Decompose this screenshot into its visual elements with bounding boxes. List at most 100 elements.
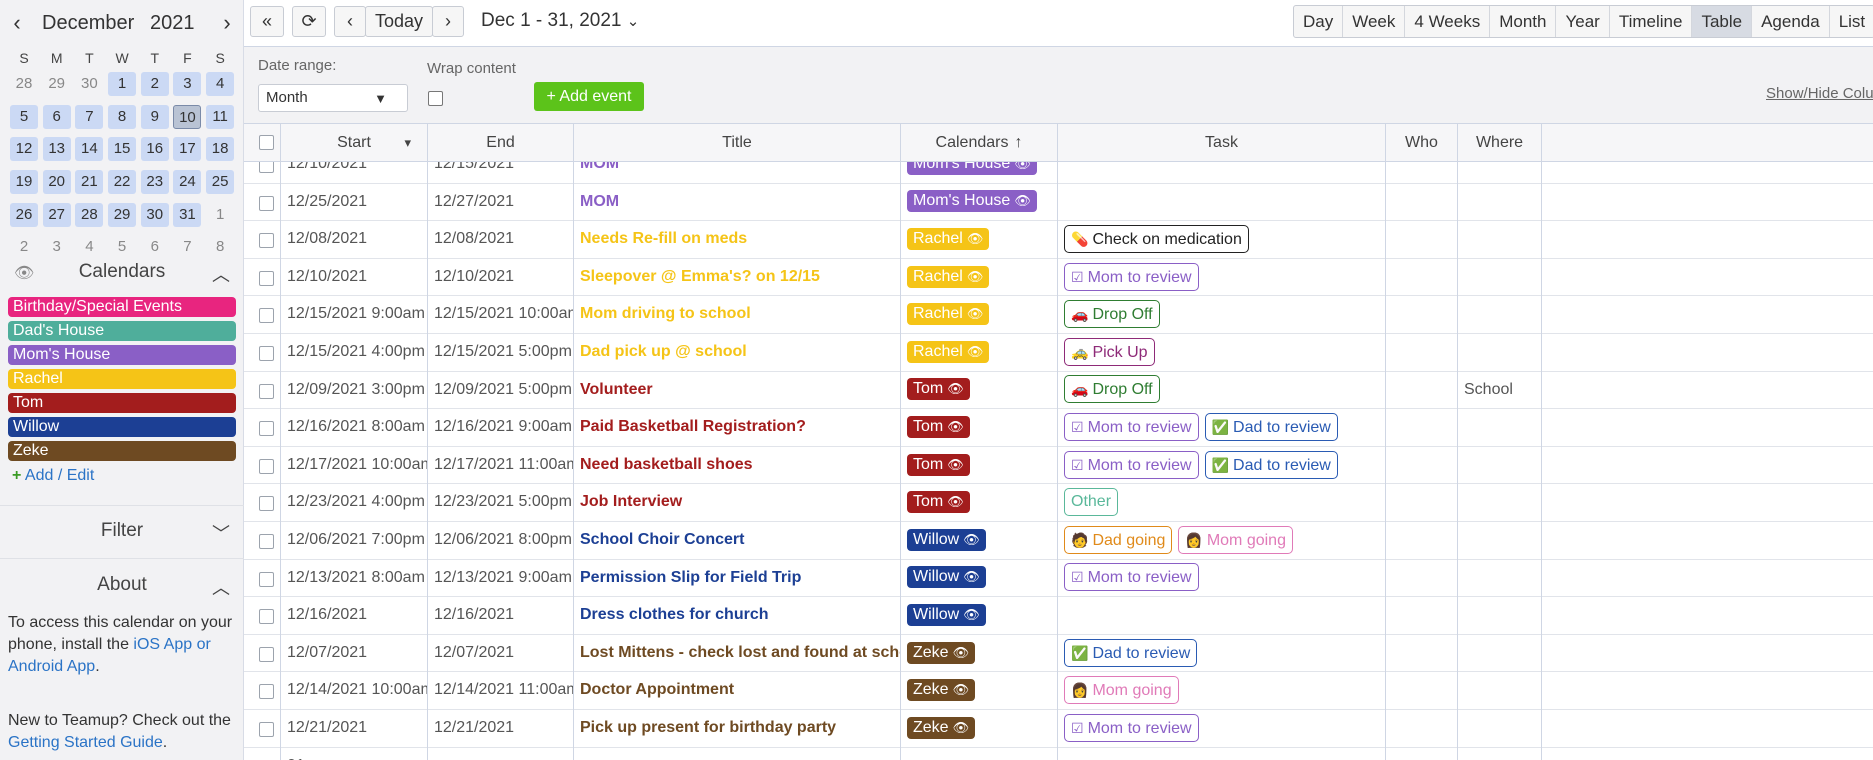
prev-month-arrow-icon[interactable]: ‹ (2, 10, 32, 36)
sort-caret-icon[interactable]: ▾ (404, 124, 411, 162)
task-tag[interactable]: ☑ Mom to review (1064, 412, 1199, 441)
column-header[interactable]: Start ▾ (281, 124, 428, 162)
today-button[interactable]: Today (365, 6, 433, 37)
table-row[interactable]: 12/14/2021 10:00am 12/14/2021 11:00am Doct… (244, 672, 1873, 710)
table-row[interactable]: 12/10/2021 12/10/2021 Sleepover @ Emma's? … (244, 258, 1873, 297)
task-tag[interactable]: Other (1064, 488, 1119, 517)
chevron-up-icon[interactable]: ︿ (212, 574, 230, 600)
event-title[interactable] (574, 747, 901, 760)
table-row[interactable]: 12/15/2021 4:00pm 12/15/2021 5:00pm Dad pi… (244, 334, 1873, 372)
task-tag[interactable]: ☑ Mom to review (1064, 450, 1199, 479)
task-tag[interactable]: 🚕 Pick Up (1064, 337, 1155, 366)
table-row[interactable]: 12/15/2021 9:00am 12/15/2021 10:00am Mom d… (244, 296, 1873, 334)
chevron-down-icon[interactable]: ﹀ (212, 520, 230, 546)
mini-calendar-day[interactable]: 6 (42, 104, 71, 129)
date-range-title[interactable]: Dec 1 - 31, 2021 ⌄ (481, 10, 639, 32)
calendar-item[interactable]: Birthday/Special Events (8, 297, 236, 317)
event-title[interactable]: Pick up present for birthday party (574, 710, 901, 748)
mini-calendar-day[interactable]: 17 (173, 137, 202, 162)
event-title[interactable]: Permission Slip for Field Trip (574, 559, 901, 598)
mini-calendar-day[interactable]: 22 (108, 170, 137, 195)
table-row[interactable]: 12/09/2021 3:00pm 12/09/2021 5:00pm Volunt… (244, 371, 1873, 410)
view-button[interactable]: Month (1490, 6, 1557, 37)
column-header[interactable]: Who (1386, 124, 1458, 162)
table-row[interactable]: 12/08/2021 12/08/2021 Needs Re-fill on med… (244, 221, 1873, 259)
mini-calendar-day[interactable]: 8 (108, 104, 137, 129)
table-row[interactable]: 01 (244, 747, 1873, 760)
row-checkbox[interactable] (259, 308, 274, 324)
task-tag[interactable]: 👩 Mom going (1064, 676, 1179, 705)
event-title[interactable]: Job Interview (574, 484, 901, 522)
row-checkbox[interactable] (259, 534, 274, 549)
mini-calendar-day[interactable]: 29 (43, 72, 71, 96)
mini-calendar-day[interactable]: 5 (108, 235, 136, 259)
date-range-select[interactable]: Month ▼ (258, 84, 408, 112)
mini-calendar-day[interactable]: 9 (140, 104, 169, 129)
row-checkbox[interactable] (259, 646, 274, 662)
mini-calendar-day[interactable]: 11 (206, 104, 235, 129)
column-header[interactable]: Title (574, 124, 901, 162)
table-row[interactable]: 12/16/2021 12/16/2021 Dress clothes for ch… (244, 597, 1873, 635)
getting-started-link[interactable]: Getting Started Guide (8, 734, 163, 751)
mini-calendar-day[interactable]: 23 (140, 170, 169, 195)
mini-calendar-day[interactable]: 27 (42, 202, 71, 227)
calendar-badge[interactable]: Mom's House 👁 (907, 190, 1037, 213)
mini-calendar-day[interactable]: 30 (75, 72, 103, 96)
table-row[interactable]: 12/23/2021 4:00pm 12/23/2021 5:00pm Job In… (244, 484, 1873, 522)
mini-calendar-day[interactable]: 20 (42, 170, 71, 195)
calendar-item[interactable]: Zeke (8, 441, 236, 461)
calendar-badge[interactable]: Tom 👁 (907, 453, 970, 476)
chevron-up-icon[interactable]: ︿ (212, 261, 230, 287)
view-button[interactable]: Year (1556, 6, 1610, 37)
show-hide-columns-link[interactable]: Show/Hide Columns (1766, 85, 1873, 102)
view-button[interactable]: Week (1343, 6, 1406, 37)
event-title[interactable]: School Choir Concert (574, 522, 901, 560)
task-tag[interactable]: ✅ Dad to review (1064, 638, 1198, 667)
mini-calendar-day[interactable]: 12 (10, 137, 38, 162)
mini-calendar-day[interactable]: 2 (10, 235, 38, 259)
task-tag[interactable]: 🧑 Dad going (1064, 525, 1173, 554)
mini-calendar-day[interactable]: 1 (206, 203, 234, 227)
next-period-arrow-icon[interactable]: › (432, 6, 464, 37)
calendar-badge[interactable]: Zeke 👁 (907, 716, 976, 739)
calendar-badge[interactable]: Rachel 👁 (907, 265, 990, 288)
filter-section-header[interactable]: Filter ﹀ (0, 516, 244, 548)
mini-calendar-day[interactable]: 7 (173, 235, 201, 259)
mini-calendar-day[interactable]: 7 (75, 104, 104, 129)
task-tag[interactable]: ✅ Dad to review (1204, 412, 1338, 441)
row-checkbox[interactable] (259, 195, 274, 211)
row-checkbox[interactable] (259, 571, 274, 587)
calendar-item[interactable]: Willow (8, 417, 236, 437)
mini-calendar-day[interactable]: 21 (75, 170, 104, 195)
event-title[interactable]: Sleepover @ Emma's? on 12/15 (574, 258, 901, 297)
mini-calendar-day[interactable]: 16 (140, 137, 169, 162)
mini-calendar-day[interactable]: 4 (206, 72, 235, 96)
calendars-section-header[interactable]: 👁 Calendars ︿ (0, 257, 244, 289)
select-all-checkbox[interactable] (259, 135, 274, 150)
task-tag[interactable]: ☑ Mom to review (1064, 262, 1199, 291)
mini-calendar-day[interactable]: 19 (10, 170, 38, 195)
view-button[interactable]: List (1830, 6, 1873, 37)
event-title[interactable]: Lost Mittens - check lost and found at s… (574, 634, 901, 673)
calendar-badge[interactable]: Rachel 👁 (907, 303, 990, 326)
row-checkbox[interactable] (259, 421, 274, 437)
mini-calendar-day[interactable]: 10 (173, 104, 202, 129)
task-tag[interactable]: 💊 Check on medication (1064, 224, 1249, 253)
row-checkbox[interactable] (259, 458, 274, 474)
mini-calendar-day[interactable]: 3 (43, 235, 71, 259)
wrap-content-checkbox[interactable] (428, 91, 443, 106)
event-title[interactable]: MOM (574, 183, 901, 222)
view-button[interactable]: Day (1294, 6, 1344, 37)
mini-calendar-day[interactable]: 25 (206, 170, 235, 195)
calendar-badge[interactable]: Zeke 👁 (907, 679, 976, 702)
collapse-sidebar-icon[interactable]: « (250, 6, 284, 37)
task-tag[interactable]: 👩 Mom going (1178, 525, 1293, 554)
task-tag[interactable]: ☑ Mom to review (1064, 563, 1199, 592)
column-header[interactable]: End (428, 124, 574, 162)
event-title[interactable]: Needs Re-fill on meds (574, 221, 901, 259)
event-title[interactable]: Dress clothes for church (574, 597, 901, 635)
add-edit-calendars-link[interactable]: + Add / Edit (12, 467, 94, 485)
event-title[interactable]: Need basketball shoes (574, 446, 901, 485)
mini-calendar-day[interactable]: 30 (140, 202, 169, 227)
calendar-badge[interactable]: Willow 👁 (907, 566, 986, 589)
